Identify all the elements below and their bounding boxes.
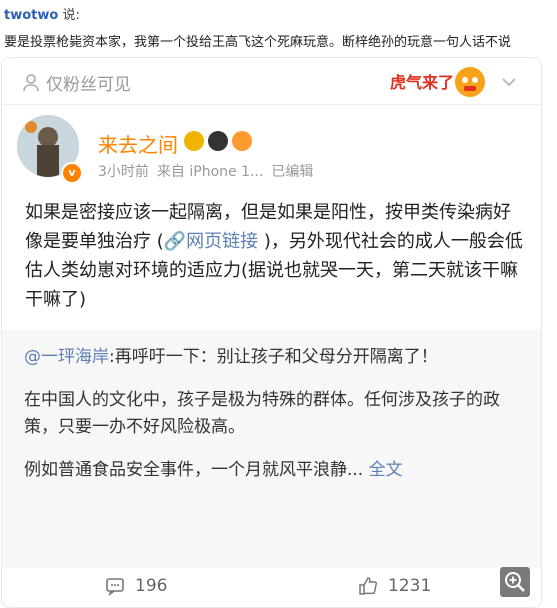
author-badges: [184, 131, 252, 151]
like-button[interactable]: 1231: [358, 576, 431, 596]
zoom-in-icon: [505, 572, 525, 592]
sticker-text: 虎气来了: [390, 73, 454, 92]
card-footer: 196 1231: [2, 568, 541, 607]
web-link-label: 网页链接: [186, 231, 259, 252]
thumbs-up-icon: [359, 577, 378, 595]
repost-paragraph-2: 在中国人的文化中，孩子是极为特殊的群体。任何涉及孩子的政策，只要一办不好风险极高…: [24, 390, 500, 437]
vip-icon: [184, 131, 204, 151]
header-divider: [2, 104, 541, 105]
visibility-label: 仅粉丝可见: [46, 75, 131, 95]
repost-mention-text: :再呼吁一下：别让孩子和父母分开隔离了！: [109, 347, 438, 367]
post-edited: 已编辑: [271, 164, 314, 180]
repost-line1: @一玶海岸:再呼吁一下：别让孩子和父母分开隔离了！: [24, 344, 520, 371]
zoom-button[interactable]: [500, 567, 530, 597]
author-name[interactable]: 来去之间: [98, 129, 178, 158]
card-header: 仅粉丝可见 虎气来了: [2, 58, 541, 104]
full-text-link[interactable]: 全文: [369, 460, 403, 480]
repost-box[interactable]: @一玶海岸:再呼吁一下：别让孩子和父母分开隔离了！ 在中国人的文化中，孩子是极为…: [2, 330, 541, 568]
comment-count: 196: [135, 576, 168, 596]
panda-icon: [208, 131, 228, 151]
repost-mention[interactable]: @一玶海岸: [24, 347, 109, 367]
comment-text: 要是投票枪毙资本家，我第一个投给王高飞这个死麻玩意。断梓绝孙的玩意一句人话不说: [4, 35, 512, 50]
repost-paragraph-3: 例如普通食品安全事件，一个月就风平浪静... 全文: [24, 457, 520, 484]
visibility-indicator: 仅粉丝可见: [22, 70, 131, 95]
comment-username[interactable]: twotwo: [4, 8, 58, 23]
top-comment: twotwo 说: 要是投票枪毙资本家，我第一个投给王高飞这个死麻玩意。断梓绝孙…: [0, 0, 557, 52]
fans-only-icon: [23, 73, 39, 91]
chevron-down-icon[interactable]: [499, 72, 519, 92]
post-body: 如果是密接应该一起隔离，但是如果是阳性，按甲类传染病好像是要单独治疗 (🔗网页链…: [25, 198, 525, 314]
verified-badge: v: [61, 162, 83, 184]
post-meta: 3小时前 来自 iPhone 1... 已编辑: [98, 161, 313, 181]
fish-icon: [232, 131, 252, 151]
link-icon: 🔗: [163, 231, 187, 252]
comment-icon: [106, 578, 124, 596]
like-count: 1231: [388, 576, 432, 596]
weibo-card: 仅粉丝可见 虎气来了 v 来去之间 3小时前 来自 iPhone 1... 已编…: [1, 57, 542, 608]
tiger-sticker: 虎气来了: [388, 62, 488, 100]
web-link[interactable]: 🔗网页链接: [164, 231, 258, 252]
repost-paragraph-3-text: 例如普通食品安全事件，一个月就风平浪静...: [24, 460, 364, 480]
post-source: 来自 iPhone 1...: [156, 164, 264, 180]
comment-button[interactable]: 196: [105, 576, 167, 596]
comment-said: 说:: [62, 8, 80, 23]
post-time: 3小时前: [98, 164, 149, 180]
